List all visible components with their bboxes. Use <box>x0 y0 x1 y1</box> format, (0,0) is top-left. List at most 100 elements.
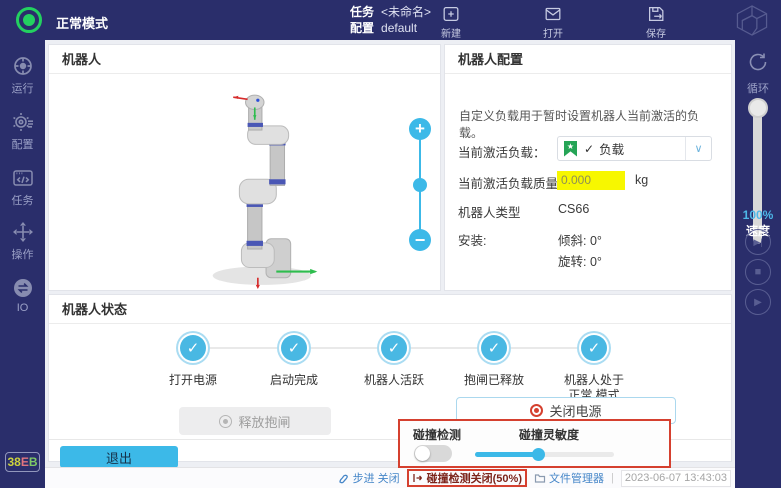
topbar: 正常模式 任务 <未命名> 配置 default 新建 打开 保存 <box>0 0 781 40</box>
check-icon: ✓ <box>187 339 200 357</box>
new-task-button[interactable]: 新建 <box>427 4 475 40</box>
plus-icon: + <box>415 119 425 139</box>
collision-detection-label: 碰撞检测 <box>413 426 461 443</box>
release-brake-label: 释放抱闸 <box>238 412 290 431</box>
step-label-brake: 抱闸已释放 <box>448 373 540 388</box>
chevron-down-icon: ∨ <box>685 137 711 160</box>
mode-label: 正常模式 <box>56 13 108 32</box>
task-label: 任务 <box>350 4 374 20</box>
exit-label: 退出 <box>106 448 132 467</box>
robot-panel-title: 机器人 <box>49 45 440 74</box>
file-manager-text: 文件管理器 <box>549 470 604 486</box>
power-icon <box>530 404 543 417</box>
stop-button[interactable]: ■ <box>745 259 771 285</box>
payload-mass-input[interactable]: 0.000 <box>557 171 625 190</box>
step-text: 机器人处于 <box>548 373 640 388</box>
collision-status-text: 碰撞检测关闭(50%) <box>427 470 522 486</box>
code-window-icon <box>11 166 35 190</box>
step-forward-button[interactable]: ▶| <box>745 229 771 255</box>
check-icon: ✓ <box>584 142 594 156</box>
step-label-power-on: 打开电源 <box>147 373 239 388</box>
step-startup-check: ✓ <box>281 335 307 361</box>
play-icon: ▶ <box>754 297 762 308</box>
bottom-statusbar: 步进 关闭 碰撞检测关闭(50%) 文件管理器 | 2023-06-07 13:… <box>45 467 735 488</box>
sidebar-item-task-label: 任务 <box>0 192 45 208</box>
speed-slider-knob[interactable] <box>748 98 768 118</box>
clock: 2023-06-07 13:43:03 <box>621 470 731 487</box>
gear-icon <box>11 110 35 134</box>
badge-char-2: 8 <box>14 455 21 469</box>
bookmark-icon: ★ <box>564 141 577 157</box>
stop-icon: ■ <box>755 266 762 278</box>
step-text: 机器人活跃 <box>348 373 440 388</box>
io-swap-icon <box>11 276 35 300</box>
sidebar-item-run-label: 运行 <box>0 80 45 96</box>
task-row: 任务 <未命名> <box>350 4 431 20</box>
zoom-slider-handle[interactable] <box>413 178 427 192</box>
loop-button[interactable]: 循环 <box>735 50 781 96</box>
check-icon: ✓ <box>588 339 601 357</box>
collision-icon <box>412 472 424 484</box>
robot-type-value: CS66 <box>558 202 589 216</box>
zoom-out-button[interactable]: − <box>409 229 431 251</box>
mount-tilt-value: 倾斜: 0° <box>558 230 602 249</box>
brake-icon <box>219 415 232 428</box>
save-icon <box>646 4 666 24</box>
payload-mass-label: 当前激活负载质量： <box>458 173 571 192</box>
slider-knob[interactable] <box>532 448 545 461</box>
speed-value: 100% <box>735 208 781 222</box>
task-value: <未命名> <box>381 4 431 20</box>
check-icon: ✓ <box>288 339 301 357</box>
collision-detection-toggle[interactable] <box>414 445 452 462</box>
play-button[interactable]: ▶ <box>745 289 771 315</box>
status-code-badge: 38EB <box>5 452 40 472</box>
loop-icon <box>746 50 770 74</box>
payload-dropdown[interactable]: ★ ✓ 负载 ∨ <box>557 136 712 161</box>
robot-teach-pendant-app: 正常模式 任务 <未命名> 配置 default 新建 打开 保存 <box>0 0 781 488</box>
step-mode-icon <box>338 472 350 484</box>
open-task-label: 打开 <box>529 25 577 40</box>
sidebar-item-config[interactable]: 配置 <box>0 110 45 152</box>
step-text: 打开电源 <box>147 373 239 388</box>
sidebar-item-run[interactable]: 运行 <box>0 54 45 96</box>
run-icon <box>11 54 35 78</box>
save-task-button[interactable]: 保存 <box>632 4 680 40</box>
step-label-startup: 启动完成 <box>248 373 340 388</box>
config-label: 配置 <box>350 20 374 36</box>
new-file-icon <box>441 4 461 24</box>
exit-button[interactable]: 退出 <box>60 446 178 468</box>
brand-logo-icon <box>733 4 771 42</box>
slider-fill <box>475 452 538 457</box>
right-sidebar: 循环 100% 速度 ▶| ■ ▶ <box>735 40 781 488</box>
folder-icon <box>534 472 546 484</box>
new-task-label: 新建 <box>427 25 475 40</box>
sidebar-item-operate[interactable]: 操作 <box>0 220 45 262</box>
robot-view-panel: 机器人 + − <box>48 44 441 291</box>
zoom-in-button[interactable]: + <box>409 118 431 140</box>
payload-dropdown-value: 负载 <box>599 139 624 158</box>
collision-sensitivity-slider[interactable] <box>475 452 614 457</box>
step-mode-text: 步进 关闭 <box>353 470 400 486</box>
step-brake-check: ✓ <box>481 335 507 361</box>
collision-status-indicator[interactable]: 碰撞检测关闭(50%) <box>407 469 527 487</box>
step-label-active: 机器人活跃 <box>348 373 440 388</box>
loop-label: 循环 <box>735 80 781 96</box>
sidebar-item-io-label: IO <box>0 302 45 314</box>
collision-sensitivity-label: 碰撞灵敏度 <box>519 426 579 443</box>
check-icon: ✓ <box>388 339 401 357</box>
step-mode-indicator[interactable]: 步进 关闭 <box>338 470 400 486</box>
badge-char-1: 3 <box>7 455 14 469</box>
open-task-button[interactable]: 打开 <box>529 4 577 40</box>
badge-char-4: B <box>29 455 38 469</box>
power-off-label: 关闭电源 <box>549 401 601 420</box>
active-payload-label: 当前激活负载： <box>458 142 546 161</box>
sidebar-item-operate-label: 操作 <box>0 246 45 262</box>
file-manager-button[interactable]: 文件管理器 <box>534 470 604 486</box>
release-brake-button[interactable]: 释放抱闸 <box>179 407 331 435</box>
step-mode-check: ✓ <box>581 335 607 361</box>
step-text: 抱闸已释放 <box>448 373 540 388</box>
sidebar-item-io[interactable]: IO <box>0 276 45 314</box>
config-panel-title: 机器人配置 <box>445 45 731 74</box>
payload-mass-unit: kg <box>635 173 648 187</box>
sidebar-item-task[interactable]: 任务 <box>0 166 45 208</box>
